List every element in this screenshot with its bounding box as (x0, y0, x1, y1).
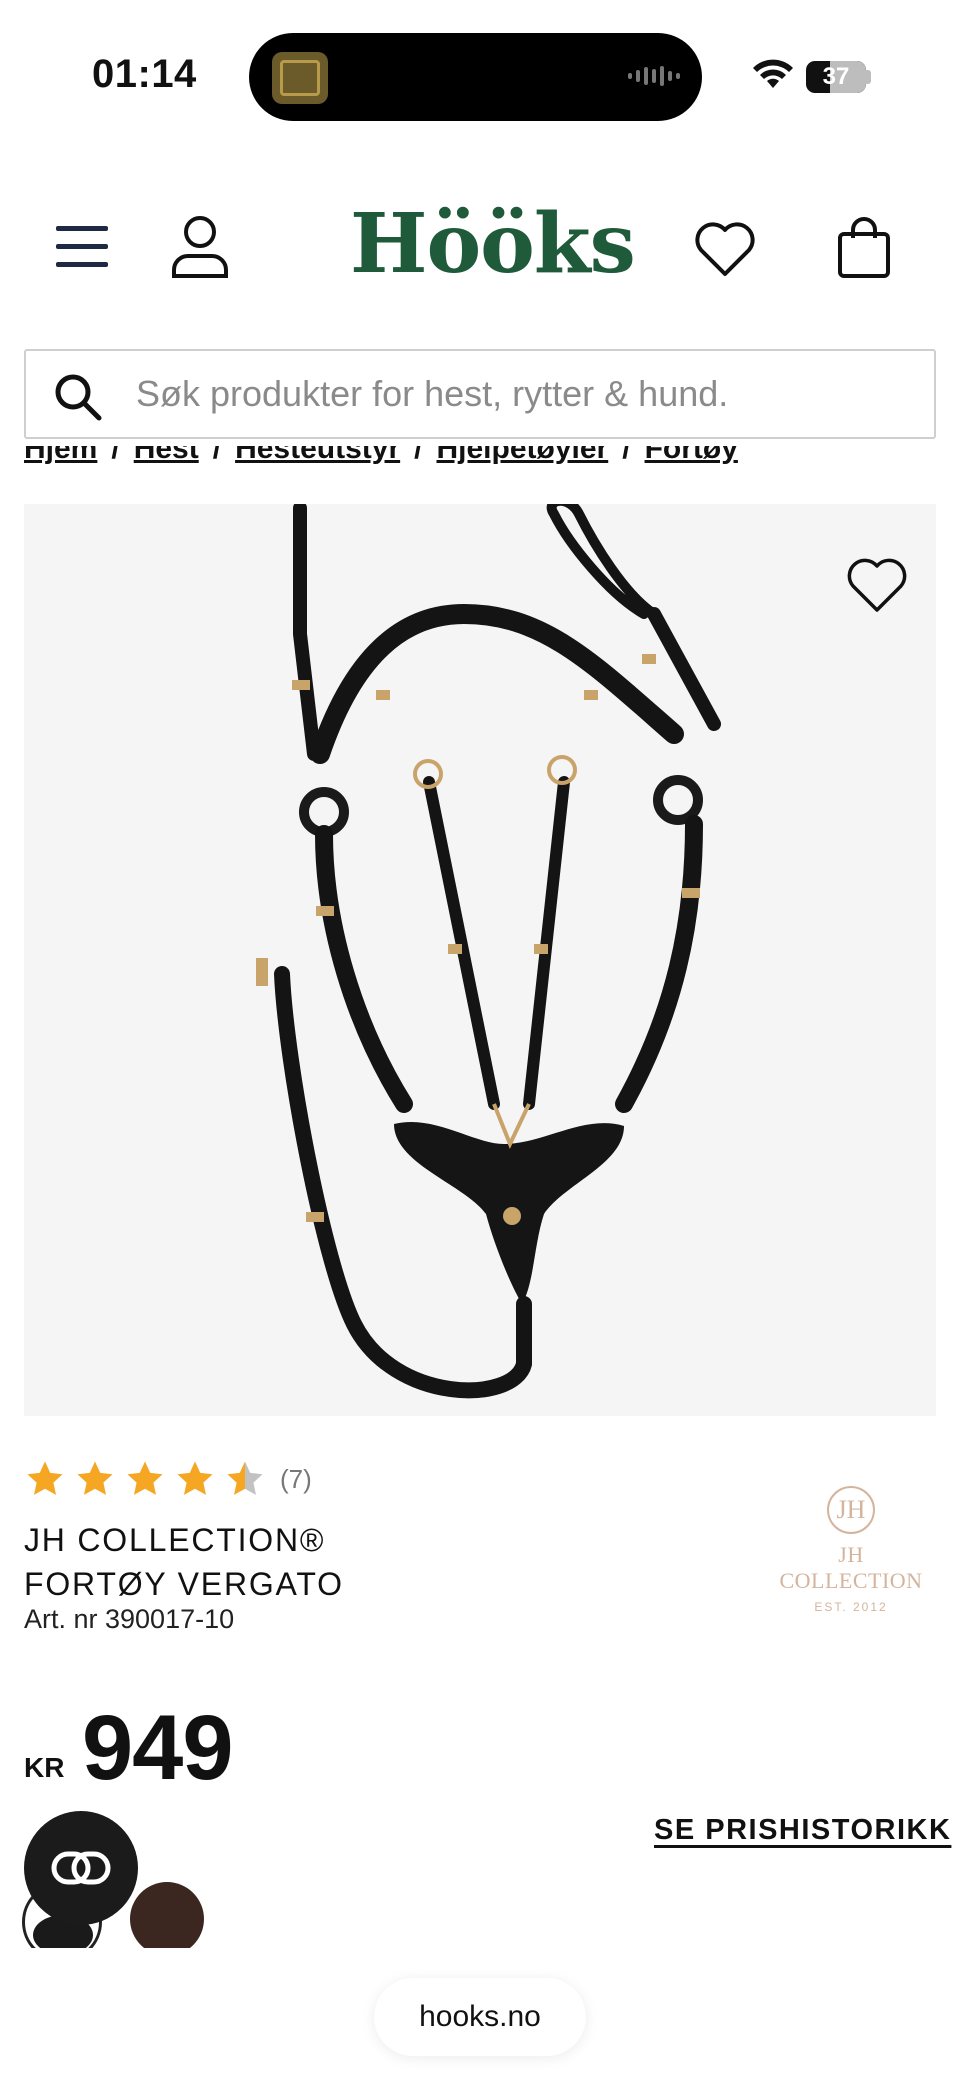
color-swatch-brown[interactable] (130, 1882, 204, 1956)
battery-tip (866, 70, 871, 84)
account-icon[interactable] (170, 214, 230, 280)
brand-monogram: JH (827, 1486, 875, 1534)
battery-icon: 37 (806, 61, 866, 93)
star-full-icon (77, 1461, 113, 1495)
price-value: 949 (82, 1697, 233, 1799)
chat-button[interactable] (24, 1811, 138, 1925)
chat-link-icon (51, 1851, 111, 1885)
breadcrumb-hest[interactable]: Hest (134, 446, 199, 466)
now-playing-artwork-icon (272, 52, 328, 104)
search-input[interactable] (136, 351, 916, 437)
rating-count[interactable]: (7) (280, 1464, 312, 1495)
audio-waveform-icon (628, 66, 680, 86)
search-bar[interactable] (24, 349, 936, 439)
browser-url-pill[interactable]: hooks.no (374, 1978, 586, 2056)
breadcrumb-fortoy[interactable]: Fortøy (645, 446, 738, 466)
site-logo[interactable]: Hööks (350, 196, 636, 292)
star-full-icon (177, 1461, 213, 1495)
breadcrumb-hjelpetoyler[interactable]: Hjelpetøyler (436, 446, 608, 466)
shopping-bag-icon[interactable] (836, 214, 892, 280)
add-to-favorites-heart-icon[interactable] (846, 556, 908, 614)
article-number: Art. nr 390017-10 (24, 1604, 235, 1634)
hamburger-menu-icon[interactable] (56, 224, 110, 270)
product-title-name: FORTØY VERGATO (24, 1566, 344, 1602)
status-time: 01:14 (92, 52, 197, 96)
breadcrumb: Hjem / Hest / Hesteutstyr / Hjelpetøyler / F… (24, 446, 738, 476)
star-full-icon (127, 1461, 163, 1495)
brand-logo-name: JH COLLECTION (779, 1542, 923, 1593)
breastplate-illustration (256, 504, 721, 1399)
breadcrumb-home[interactable]: Hjem (24, 446, 97, 466)
wifi-icon (753, 59, 793, 88)
wishlist-heart-icon[interactable] (694, 220, 756, 278)
price-history-link[interactable]: SE PRISHISTORIKK (654, 1814, 951, 1847)
product-title-brand: JH COLLECTION® (24, 1522, 326, 1558)
product-title: JH COLLECTION® FORTØY VERGATO (24, 1518, 344, 1606)
star-full-icon (27, 1461, 63, 1495)
search-icon[interactable] (52, 371, 104, 423)
brand-logo-est: EST. 2012 (814, 1600, 888, 1614)
brand-logo[interactable]: JH JH COLLECTION EST. 2012 (766, 1486, 936, 1614)
price-currency: KR (24, 1752, 65, 1783)
breadcrumb-hesteutstyr[interactable]: Hesteutstyr (235, 446, 400, 466)
star-half-icon (227, 1461, 263, 1495)
battery-level: 37 (822, 63, 850, 90)
product-image[interactable] (24, 504, 936, 1416)
rating-stars[interactable]: (7) (24, 1458, 312, 1500)
